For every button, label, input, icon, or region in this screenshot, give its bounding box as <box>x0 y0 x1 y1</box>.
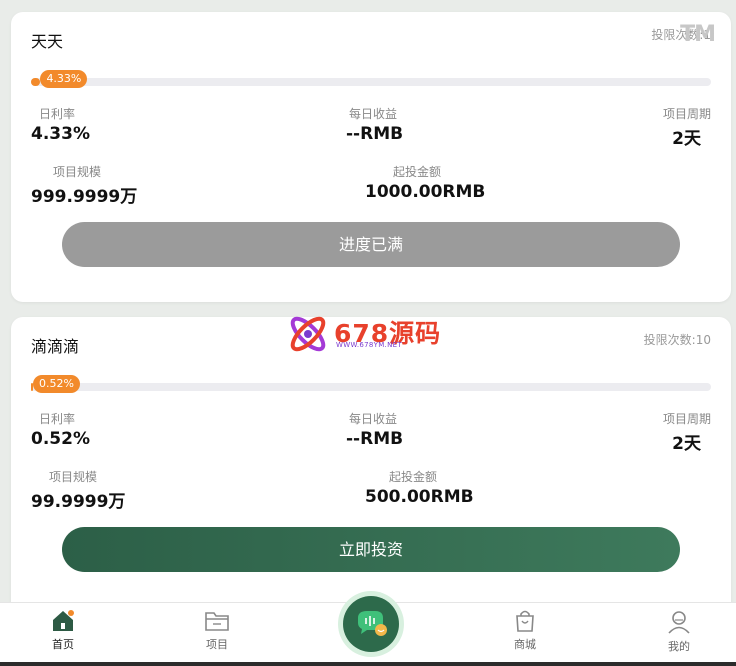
product-card-didi: 滴滴滴 投限次数:10 0.52% 日利率 0.52% 每日收益 --RMB 项… <box>11 317 731 617</box>
progress-full-button[interactable]: 进度已满 <box>62 222 680 267</box>
nav-mine-label: 我的 <box>668 640 690 653</box>
scale-value: 999.9999万 <box>31 187 138 207</box>
nav-mall-label: 商城 <box>514 638 536 651</box>
chat-center-button[interactable] <box>343 596 399 652</box>
chat-icon <box>358 611 387 636</box>
daily-rate-label: 日利率 <box>39 107 76 121</box>
progress-fill <box>31 78 41 86</box>
progress-badge: 0.52% <box>33 375 80 393</box>
daily-income-value: --RMB <box>346 429 404 449</box>
nav-home[interactable]: 首页 <box>33 609 93 652</box>
product-card-tiantian: 天天 投限次数:1 TM 4.33% 日利率 4.33% 每日收益 --RMB … <box>11 12 731 302</box>
daily-income-label: 每日收益 <box>349 412 398 426</box>
progress-bar: 0.52% <box>31 375 711 393</box>
nav-projects[interactable]: 项目 <box>187 609 247 652</box>
nav-mall[interactable]: 商城 <box>495 609 555 652</box>
daily-rate-label: 日利率 <box>39 412 76 426</box>
nav-home-label: 首页 <box>52 638 74 651</box>
user-icon <box>668 611 690 634</box>
period-value: 2天 <box>672 129 701 149</box>
folder-icon <box>205 612 229 631</box>
scale-label: 项目规模 <box>53 165 102 179</box>
min-invest-label: 起投金额 <box>393 165 442 179</box>
progress-bar: 4.33% <box>31 70 711 88</box>
period-label: 项目周期 <box>662 412 711 426</box>
period-value: 2天 <box>672 434 701 454</box>
progress-badge: 4.33% <box>40 70 88 88</box>
daily-rate-value: 0.52% <box>31 429 90 449</box>
period-label: 项目周期 <box>662 107 711 121</box>
product-title: 天天 <box>31 32 64 51</box>
trademark-mark: TM <box>680 22 716 47</box>
watermark-logo: 678源码 WWW.678YM.NET <box>286 311 456 361</box>
product-title: 滴滴滴 <box>31 337 80 356</box>
min-invest-value: 1000.00RMB <box>365 182 486 202</box>
nav-projects-label: 项目 <box>206 638 228 651</box>
daily-income-label: 每日收益 <box>349 107 398 121</box>
home-icon <box>53 610 74 631</box>
invest-now-button[interactable]: 立即投资 <box>62 527 680 572</box>
daily-rate-value: 4.33% <box>31 124 90 144</box>
watermark-url: WWW.678YM.NET <box>336 341 402 349</box>
min-invest-label: 起投金额 <box>389 470 438 484</box>
scale-value: 99.9999万 <box>31 492 126 512</box>
invest-limit: 投限次数:10 <box>643 333 711 347</box>
nav-mine[interactable]: 我的 <box>649 609 709 654</box>
daily-income-value: --RMB <box>346 124 404 144</box>
scale-label: 项目规模 <box>49 470 98 484</box>
bottom-strip <box>0 662 736 666</box>
shopping-bag-icon <box>516 610 534 632</box>
min-invest-value: 500.00RMB <box>365 487 474 507</box>
atom-logo-icon <box>290 316 326 352</box>
